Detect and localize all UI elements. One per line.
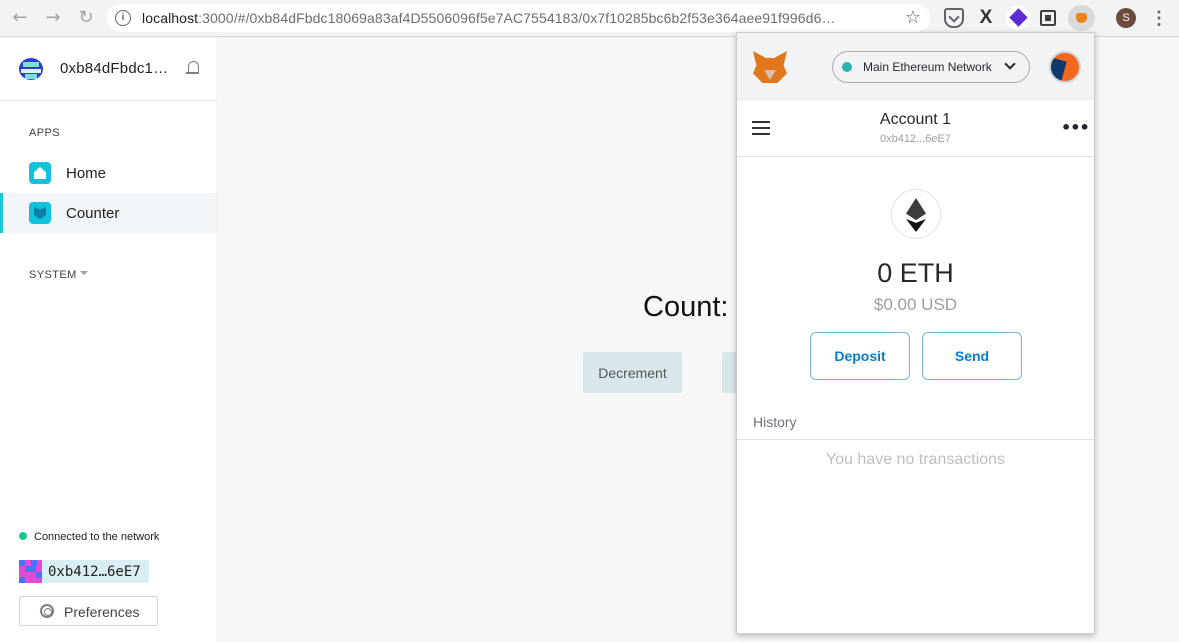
notifications-bell-icon[interactable]	[186, 60, 202, 78]
empty-history-message: You have no transactions	[825, 451, 1006, 468]
usd-balance: $0.00 USD	[873, 295, 958, 314]
chevron-down-icon[interactable]	[80, 271, 88, 275]
ethereum-icon	[891, 189, 941, 239]
network-name: Main Ethereum Network	[863, 60, 992, 74]
sidebar-item-counter[interactable]: Counter	[0, 193, 217, 233]
gem-extension-icon[interactable]	[1006, 6, 1030, 30]
dao-identicon	[19, 58, 43, 80]
account-avatar[interactable]	[1049, 51, 1081, 83]
metamask-extension-icon[interactable]	[1068, 5, 1095, 31]
send-button[interactable]: Send	[922, 332, 1022, 380]
account-name[interactable]: Account 1	[737, 111, 1094, 129]
sidebar: 0xb84dFbdc1… APPS Home Counter SYSTEM Co…	[0, 38, 218, 642]
count-display: Count:	[643, 291, 729, 323]
account-address[interactable]: 0xb412...6eE7	[737, 133, 1094, 145]
eth-balance: 0 ETH	[877, 258, 954, 288]
reload-icon[interactable]: ↻	[74, 7, 98, 29]
more-options-icon[interactable]: •••	[1061, 118, 1090, 137]
network-dropdown[interactable]: Main Ethereum Network	[832, 51, 1030, 83]
back-arrow-icon[interactable]: ←	[8, 7, 32, 29]
preferences-button[interactable]: Preferences	[19, 596, 158, 626]
url-text[interactable]: localhost:3000/#/0xb84dFbdc18069a83af4D5…	[142, 10, 836, 26]
sidebar-item-label: Home	[66, 165, 107, 182]
profile-avatar[interactable]: S	[1116, 8, 1136, 28]
square-extension-icon[interactable]	[1040, 10, 1056, 26]
sidebar-header: 0xb84dFbdc1…	[0, 38, 217, 101]
pocket-extension-icon[interactable]	[944, 8, 964, 28]
sidebar-item-home[interactable]: Home	[0, 153, 217, 193]
dao-address[interactable]: 0xb84dFbdc1…	[60, 60, 168, 77]
forward-arrow-icon[interactable]: →	[41, 7, 65, 29]
network-dot-icon	[842, 62, 852, 72]
browser-menu-icon[interactable]: ⋮	[1150, 8, 1168, 28]
metamask-popup: Main Ethereum Network Account 1 0xb412..…	[736, 32, 1095, 634]
sidebar-item-label: Counter	[66, 205, 120, 222]
metamask-header: Main Ethereum Network	[737, 33, 1094, 101]
divider	[737, 439, 1094, 440]
address-bar[interactable]: i localhost:3000/#/0xb84dFbdc18069a83af4…	[107, 4, 930, 32]
status-dot-icon	[19, 532, 27, 540]
divider	[737, 156, 1094, 157]
decrement-button[interactable]: Decrement	[583, 352, 682, 393]
gear-icon	[40, 604, 54, 618]
x-extension-icon[interactable]: X	[976, 8, 996, 28]
chevron-down-icon	[1004, 58, 1016, 70]
counter-app-icon	[29, 202, 51, 224]
metamask-fox-logo	[753, 51, 787, 83]
account-chip[interactable]: 0xb412…6eE7	[19, 560, 149, 583]
bookmark-star-icon[interactable]: ☆	[905, 7, 921, 28]
site-info-icon[interactable]: i	[115, 10, 131, 26]
account-blockie-avatar	[19, 560, 42, 583]
system-section-toggle[interactable]: SYSTEM	[29, 269, 77, 281]
home-app-icon	[29, 162, 51, 184]
history-heading: History	[753, 414, 797, 430]
apps-section-label: APPS	[29, 127, 60, 139]
deposit-button[interactable]: Deposit	[810, 332, 910, 380]
network-status: Connected to the network	[19, 531, 159, 543]
